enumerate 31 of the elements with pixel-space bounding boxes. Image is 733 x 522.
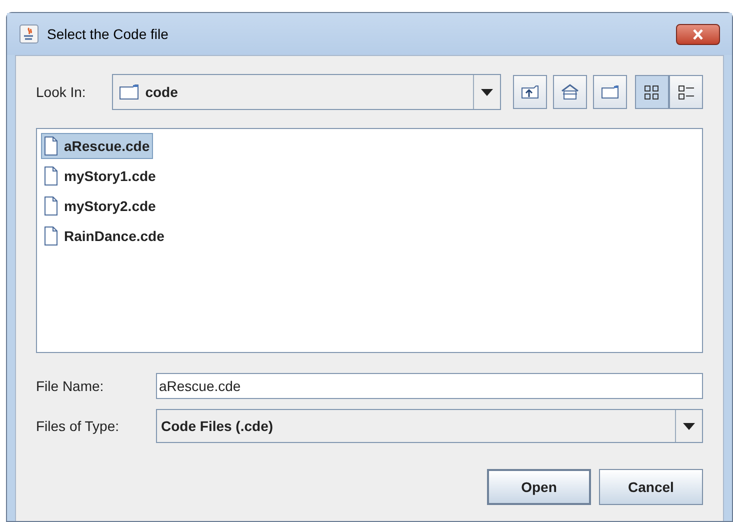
- folder-icon: [600, 83, 620, 101]
- details-view-icon: [676, 83, 696, 101]
- file-item[interactable]: aRescue.cde: [41, 133, 153, 159]
- folder-icon: [119, 84, 140, 100]
- close-button[interactable]: [676, 24, 720, 44]
- home-icon: [560, 83, 580, 101]
- app-icon: [19, 24, 39, 44]
- file-item[interactable]: myStory1.cde: [41, 163, 159, 189]
- file-name-label: File Name:: [36, 376, 105, 396]
- file-type-label: Files of Type:: [36, 416, 120, 436]
- list-view-button[interactable]: [635, 75, 669, 109]
- file-name-field[interactable]: aRescue.cde: [156, 373, 703, 399]
- file-icon: [44, 226, 58, 246]
- look-in-label: Look In:: [36, 82, 87, 102]
- details-view-button[interactable]: [669, 75, 703, 109]
- file-icon: [44, 166, 58, 186]
- file-icon: [44, 196, 58, 216]
- close-icon: [692, 28, 704, 40]
- file-item[interactable]: myStory2.cde: [41, 193, 159, 219]
- folder-up-icon: [520, 83, 540, 101]
- window-title: Select the Code file: [47, 24, 168, 44]
- open-button[interactable]: Open: [487, 469, 591, 505]
- home-button[interactable]: [553, 75, 587, 109]
- file-item[interactable]: RainDance.cde: [41, 223, 168, 249]
- file-icon: [44, 136, 58, 156]
- cancel-button[interactable]: Cancel: [599, 469, 703, 505]
- folder-button[interactable]: [593, 75, 627, 109]
- look-in-dropdown[interactable]: code: [112, 74, 501, 110]
- file-type-dropdown[interactable]: Code Files (.cde): [156, 409, 703, 443]
- folder-up-button[interactable]: [513, 75, 547, 109]
- look-in-value: code: [145, 82, 178, 102]
